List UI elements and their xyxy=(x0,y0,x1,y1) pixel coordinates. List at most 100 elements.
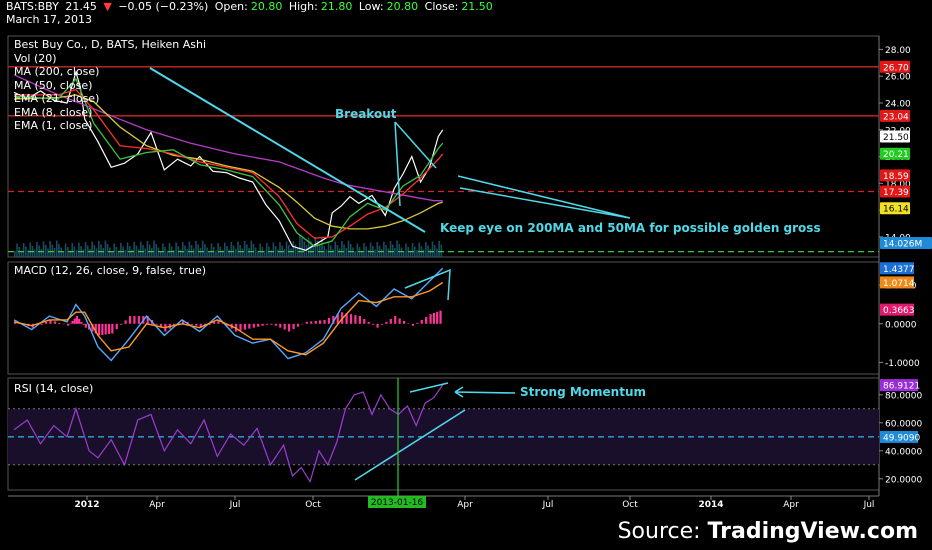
volume-bar xyxy=(42,241,45,257)
macd-hist-bar xyxy=(288,323,291,332)
rsi-label: 86.9121 xyxy=(883,382,920,392)
macd-hist-bar xyxy=(44,321,48,324)
volume-bar xyxy=(25,246,27,257)
volume-bar xyxy=(365,246,367,257)
volume-bar xyxy=(137,249,140,257)
volume-bar xyxy=(431,241,434,257)
volume-bar xyxy=(215,250,217,257)
macd-hist-bar xyxy=(318,320,322,324)
macd-hist-bar xyxy=(248,323,251,329)
volume-bar xyxy=(341,241,343,257)
volume-bar xyxy=(237,241,239,257)
volume-bar xyxy=(139,241,142,257)
volume-bar xyxy=(53,248,56,257)
y-tick-label: -1.0000 xyxy=(885,359,920,369)
volume-bar xyxy=(84,242,87,257)
volume-bar xyxy=(71,243,74,257)
volume-bar xyxy=(301,238,303,257)
volume-bar xyxy=(22,243,25,257)
macd-hist-bar xyxy=(398,318,401,324)
indicator-ema8: EMA (8, close) xyxy=(14,105,93,119)
volume-bar xyxy=(349,244,352,257)
macd-hist-bar xyxy=(239,323,242,331)
volume-bar xyxy=(416,250,418,257)
volume-bar xyxy=(389,241,392,257)
macd-hist-bar xyxy=(402,320,406,324)
volume-bar xyxy=(89,249,91,257)
y-tick-label: 80.0000 xyxy=(885,391,922,401)
volume-bar xyxy=(133,242,135,257)
volume-bar xyxy=(334,241,337,257)
macd-hist-bar xyxy=(354,315,357,324)
volume-bar xyxy=(296,248,299,257)
y-tick-label: 28.00 xyxy=(885,46,911,56)
macd-hist-bar xyxy=(75,316,79,324)
volume-bar xyxy=(307,237,310,257)
x-tick-label: 2012 xyxy=(74,500,99,510)
volume-bar xyxy=(166,250,169,257)
volume-bar xyxy=(327,242,330,257)
indicator-ema1: EMA (1, close) xyxy=(14,119,93,132)
macd-hist-bar xyxy=(137,316,140,324)
volume-bar xyxy=(144,248,146,257)
macd-hist-bar xyxy=(358,316,361,324)
macd-hist-bar xyxy=(73,318,76,324)
volume-bar xyxy=(104,240,107,257)
y-tick-label: 0.0000 xyxy=(885,320,917,330)
macd-hist-bar xyxy=(84,323,87,328)
macd-hist-bar xyxy=(261,323,264,326)
volume-bar xyxy=(425,242,427,257)
volume-bar xyxy=(294,244,297,257)
price-label: 26.70 xyxy=(883,63,909,73)
macd-hist-bar xyxy=(257,323,260,327)
macd-hist-bar xyxy=(111,323,114,334)
volume-bar xyxy=(162,243,164,257)
volume-bar xyxy=(380,249,383,257)
volume-bar xyxy=(411,243,414,257)
volume-bar xyxy=(354,251,356,257)
macd-hist-bar xyxy=(305,321,308,324)
x-tick-label: Jul xyxy=(542,500,554,510)
volume-bar xyxy=(151,248,153,257)
volume-bar xyxy=(102,248,104,257)
macd-annotation-line xyxy=(404,268,451,301)
volume-bar xyxy=(126,242,129,257)
volume-bar xyxy=(44,245,47,257)
volume-bar xyxy=(405,243,407,257)
volume-bar xyxy=(226,246,228,257)
volume-bar xyxy=(210,243,213,257)
macd-hist-bar xyxy=(195,323,198,326)
volume-bar xyxy=(248,248,250,257)
volume-bar xyxy=(343,244,345,257)
volume-bar xyxy=(332,249,334,257)
volume-bar xyxy=(120,243,122,257)
volume-bar xyxy=(33,249,36,257)
volume-bar xyxy=(223,242,226,257)
volume-bar xyxy=(338,248,341,257)
x-tick-label: Oct xyxy=(622,500,638,510)
volume-bar xyxy=(252,244,255,257)
volume-bar xyxy=(100,244,102,257)
volume-bar xyxy=(230,242,233,257)
volume-bar xyxy=(259,243,261,257)
macd-hist-bar xyxy=(425,317,428,324)
volume-bar xyxy=(164,247,166,257)
y-tick-label: 60.0000 xyxy=(885,419,922,429)
volume-bar xyxy=(422,249,425,257)
volume-bar xyxy=(274,246,277,257)
macd-hist-bar xyxy=(439,310,442,324)
volume-bar xyxy=(195,241,197,257)
x-tick-label: Apr xyxy=(149,500,165,510)
macd-hist-bar xyxy=(58,322,61,324)
x-tick-label: 2014 xyxy=(698,500,723,510)
x-tick-label: Jul xyxy=(229,500,241,510)
volume-bar xyxy=(272,242,275,257)
source-credit: Source: TradingView.com xyxy=(618,519,918,544)
volume-bar xyxy=(36,242,38,257)
volume-bar xyxy=(115,247,118,257)
macd-hist-bar xyxy=(40,323,43,325)
indicator-ema21: EMA (21, close) xyxy=(14,92,100,105)
volume-bar xyxy=(429,249,432,257)
signal-line xyxy=(13,281,444,356)
macd-hist-bar xyxy=(292,323,295,330)
